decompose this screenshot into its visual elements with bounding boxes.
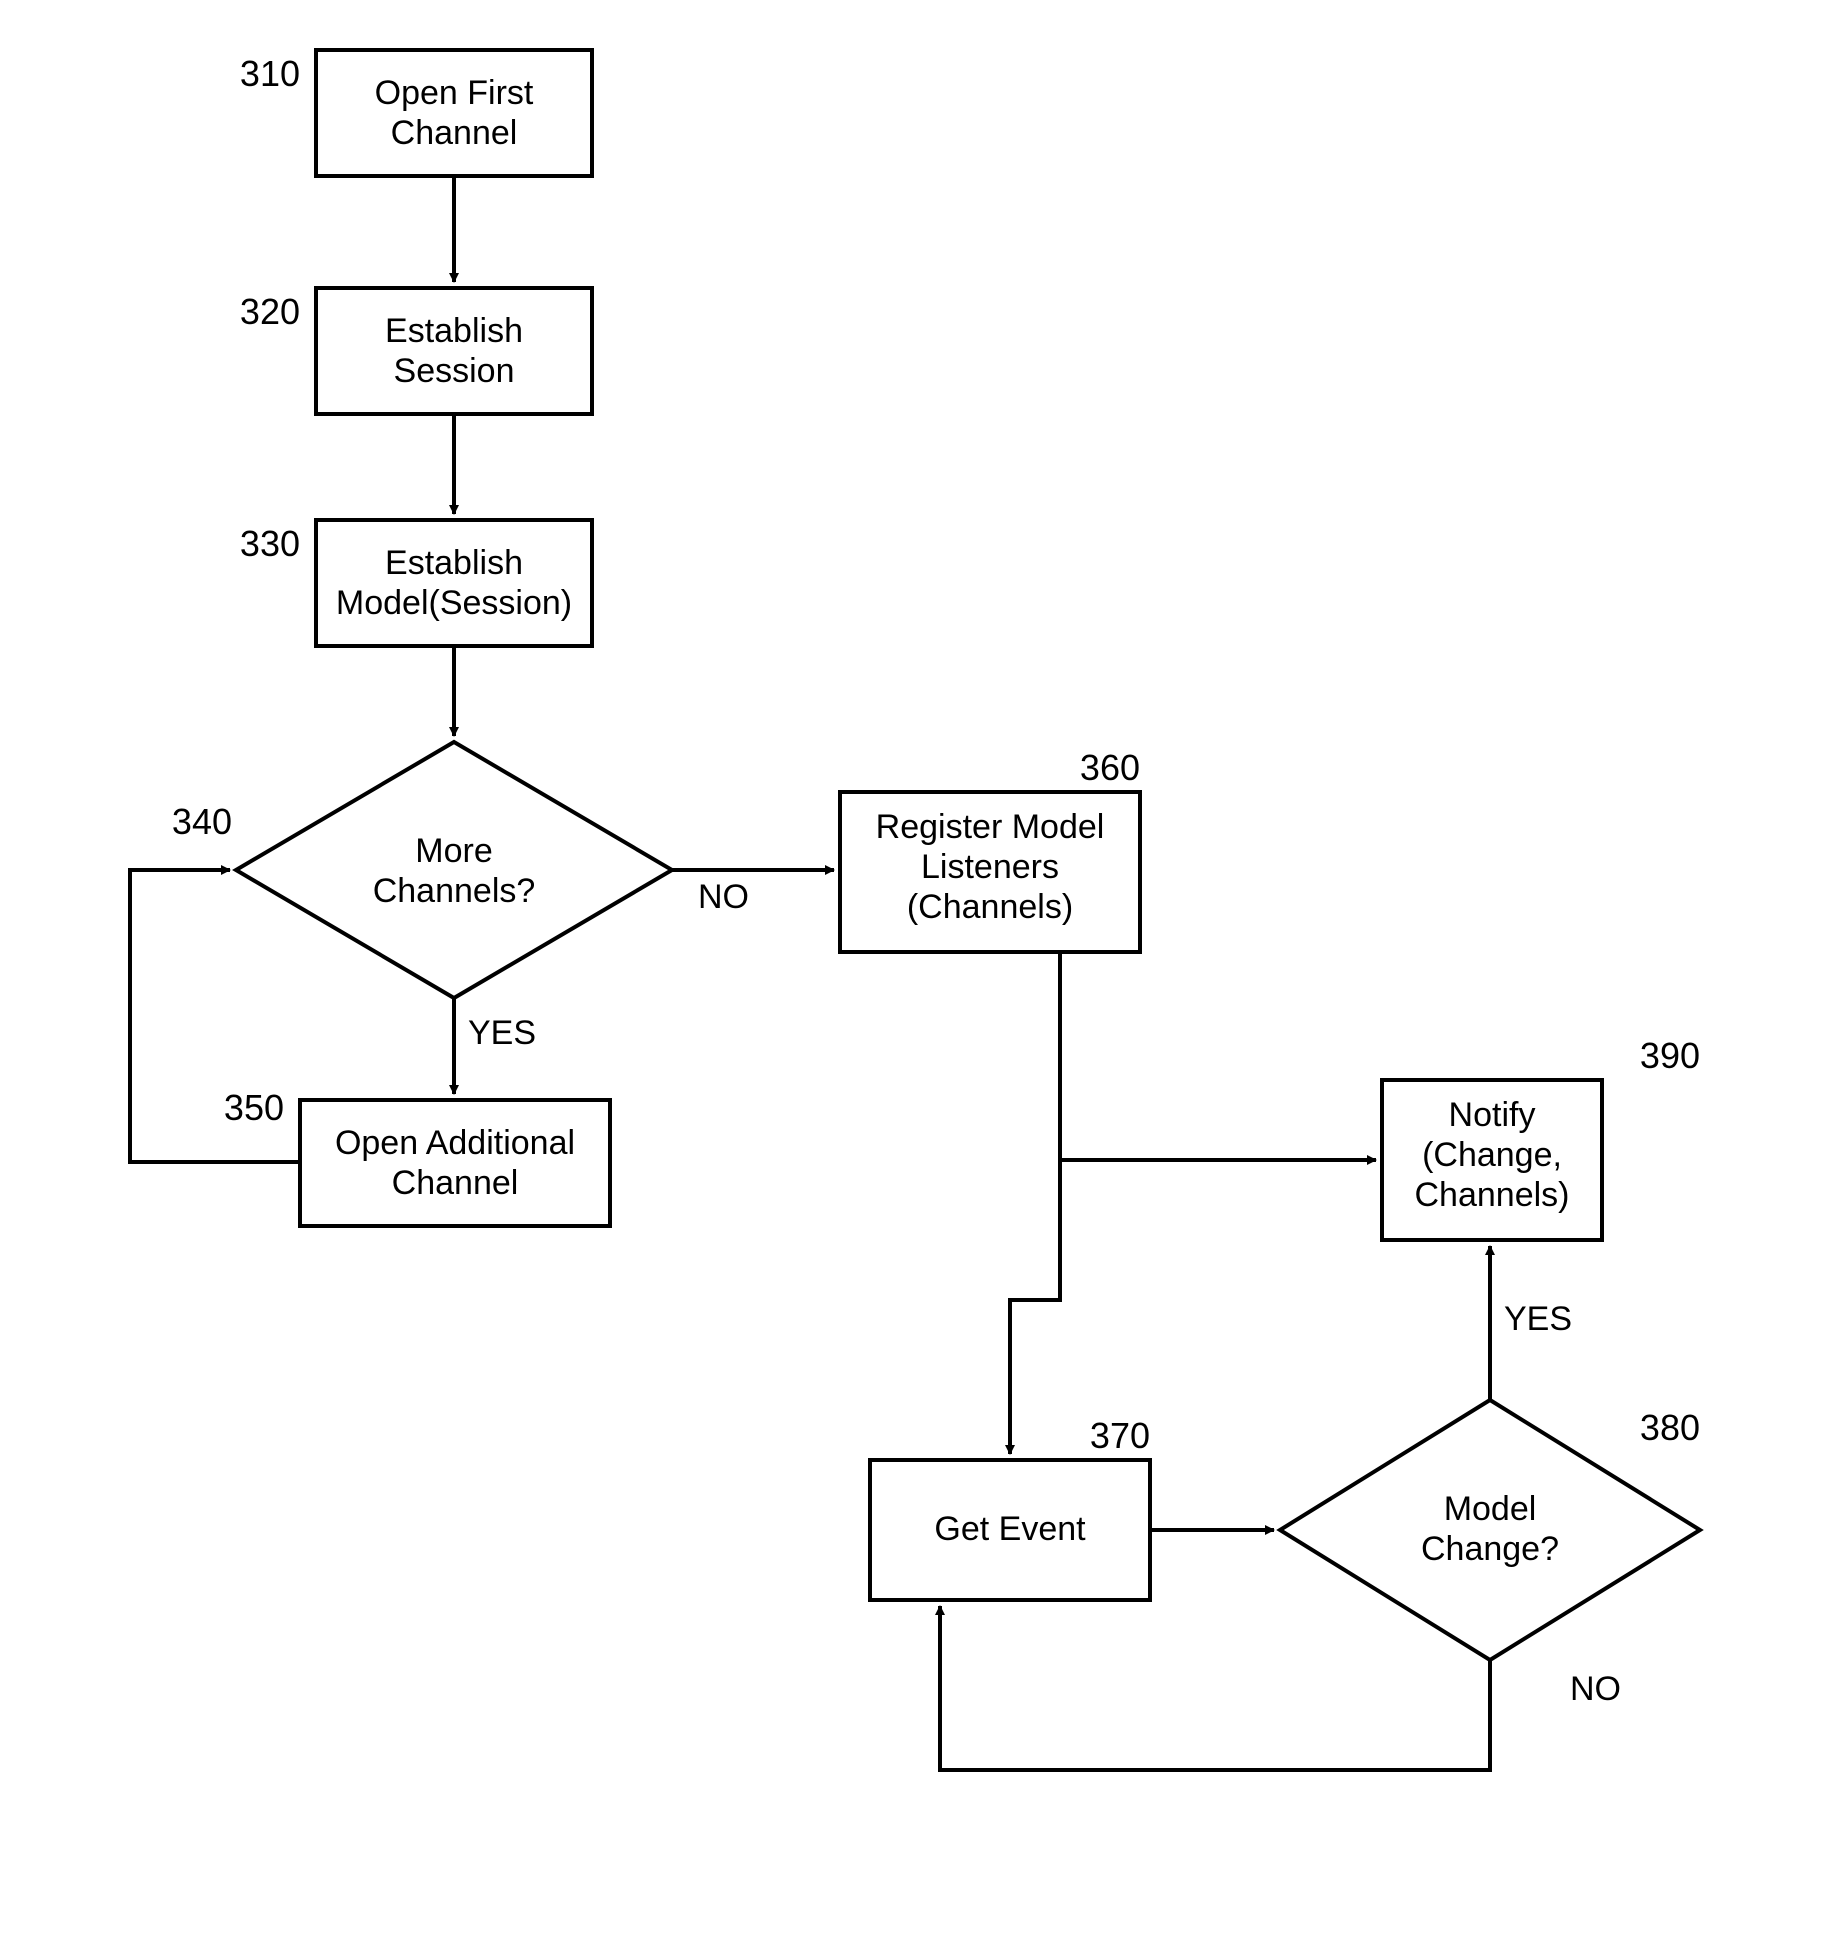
node-330-number: 330 [240,523,300,564]
node-360-line3: (Channels) [907,888,1073,926]
label-380-no: NO [1570,1670,1621,1708]
node-380-number: 380 [1640,1407,1700,1448]
node-340-line2: Channels? [373,872,536,910]
node-310-line2: Channel [391,114,518,152]
node-330-line2: Model(Session) [336,584,572,622]
node-320-number: 320 [240,291,300,332]
node-350-line1: Open Additional [335,1124,575,1162]
node-370-number: 370 [1090,1415,1150,1456]
node-390-line2: (Change, [1422,1136,1562,1174]
edge-380-no-to-370 [940,1606,1490,1770]
node-350-number: 350 [224,1087,284,1128]
node-390-line1: Notify [1449,1096,1536,1134]
flowchart: Open First Channel 310 Establish Session… [0,0,1828,1956]
node-390-line3: Channels) [1415,1176,1570,1214]
edge-360-to-370 [1010,1160,1060,1454]
label-340-yes: YES [468,1014,536,1052]
node-340-line1: More [415,832,492,870]
node-340-number: 340 [172,801,232,842]
node-370-line1: Get Event [934,1510,1086,1548]
node-notify-change-channels: Notify (Change, Channels) 390 [1382,1035,1700,1240]
node-model-change-decision: Model Change? 380 [1280,1400,1700,1660]
node-380-line1: Model [1444,1490,1537,1528]
node-310-number: 310 [240,53,300,94]
node-380-line2: Change? [1421,1530,1559,1568]
node-more-channels-decision: More Channels? 340 [172,742,672,998]
label-380-yes: YES [1504,1300,1572,1338]
node-360-line1: Register Model [876,808,1105,846]
node-360-line2: Listeners [921,848,1059,886]
node-390-number: 390 [1640,1035,1700,1076]
node-320-line1: Establish [385,312,523,350]
node-330-line1: Establish [385,544,523,582]
node-360-number: 360 [1080,747,1140,788]
node-establish-session: Establish Session 320 [240,288,592,414]
node-320-line2: Session [394,352,515,390]
node-open-additional-channel: Open Additional Channel 350 [224,1087,610,1226]
node-350-line2: Channel [392,1164,519,1202]
node-310-line1: Open First [375,74,534,112]
label-340-no: NO [698,878,749,916]
node-register-model-listeners: Register Model Listeners (Channels) 360 [840,747,1140,952]
node-establish-model-session: Establish Model(Session) 330 [240,520,592,646]
node-open-first-channel: Open First Channel 310 [240,50,592,176]
